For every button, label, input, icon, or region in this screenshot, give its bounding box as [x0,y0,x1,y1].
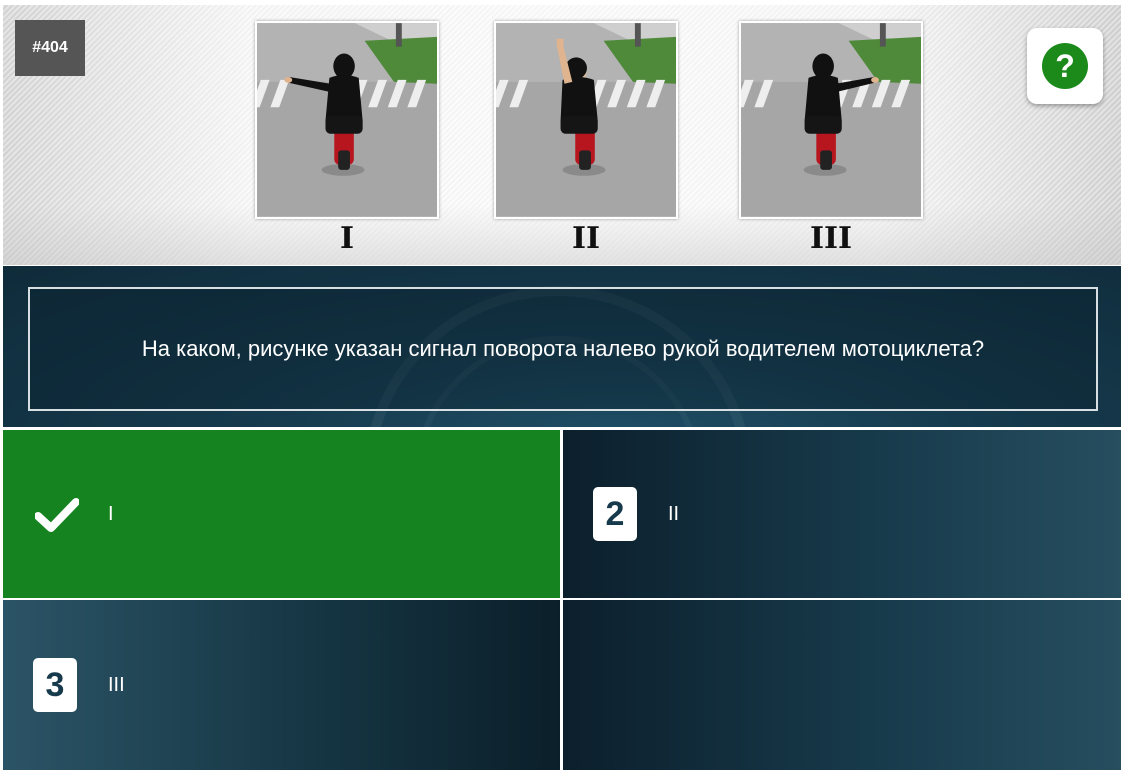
answer-number-badge-3: 3 [33,658,77,712]
answer-number-badge-2: 2 [593,487,637,541]
figure-3-label: III [809,221,853,256]
answer-text-3: III [108,673,125,696]
figure-3: III [739,21,923,263]
answer-option-1[interactable]: I [3,430,560,598]
question-image-panel: #404 I II III ? [3,5,1121,265]
figure-2-label: II [571,221,601,256]
answer-option-3[interactable]: 3 III [3,600,560,770]
motorcyclist-raised-arm-photo [494,21,678,219]
answer-text-1: I [108,502,114,525]
question-id-badge: #404 [15,20,85,76]
question-mark-icon: ? [1042,43,1088,89]
answer-text-2: II [668,502,680,525]
question-box: На каком, рисунке указан сигнал поворота… [28,287,1098,411]
answer-option-empty [563,600,1121,770]
motorcyclist-right-arm-photo [739,21,923,219]
motorcyclist-left-arm-photo [255,21,439,219]
figure-2: II [494,21,678,263]
question-panel: На каком, рисунке указан сигнал поворота… [3,266,1121,427]
question-text: На каком, рисунке указан сигнал поворота… [141,336,985,361]
checkmark-icon [35,498,79,532]
help-button[interactable]: ? [1027,28,1103,104]
figure-1-label: I [339,221,355,256]
figure-1: I [255,21,439,263]
answer-option-2[interactable]: 2 II [563,430,1121,598]
